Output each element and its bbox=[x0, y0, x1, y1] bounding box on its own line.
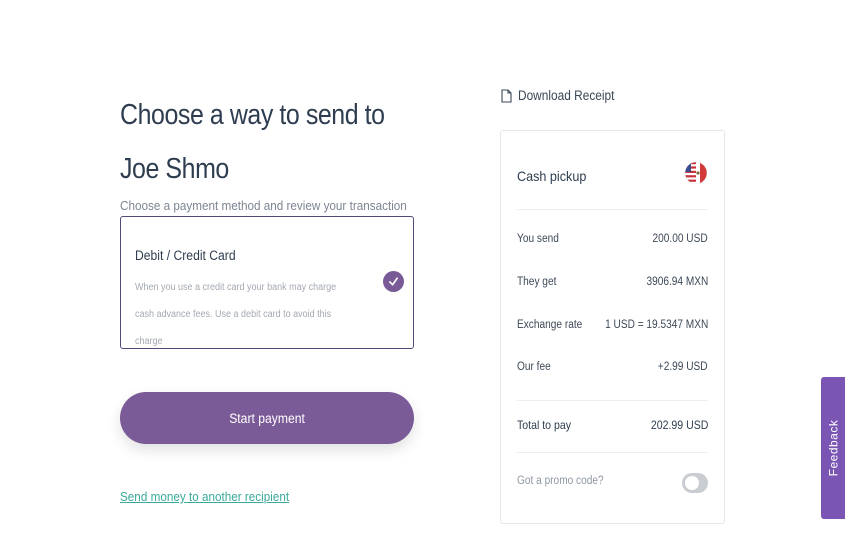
transaction-summary-card: Cash pickup You send 200.00 USD They get… bbox=[500, 130, 725, 524]
summary-row-value: +2.99 USD bbox=[658, 361, 708, 373]
total-label: Total to pay bbox=[517, 418, 572, 432]
payment-method-title: Debit / Credit Card bbox=[135, 248, 236, 263]
promo-code-row: Got a promo code? bbox=[517, 471, 708, 495]
summary-row-exchange-rate: Exchange rate 1 USD = 19.5347 MXN bbox=[517, 319, 708, 339]
usa-mexico-flag-icon bbox=[684, 161, 708, 185]
summary-row-they-get: They get 3906.94 MXN bbox=[517, 276, 708, 296]
summary-row-value: 1 USD = 19.5347 MXN bbox=[604, 319, 708, 331]
summary-divider bbox=[517, 400, 708, 401]
download-receipt-link[interactable]: Download Receipt bbox=[501, 88, 628, 103]
feedback-tab[interactable]: Feedback bbox=[821, 377, 845, 519]
summary-title: Cash pickup bbox=[517, 168, 587, 184]
summary-row-you-send: You send 200.00 USD bbox=[517, 233, 708, 253]
document-icon bbox=[501, 88, 512, 103]
total-value: 202.99 USD bbox=[650, 418, 708, 432]
toggle-knob bbox=[685, 476, 699, 490]
summary-header: Cash pickup bbox=[517, 157, 708, 197]
payment-method-section: Choose a way to send to Joe Shmo Choose … bbox=[120, 88, 420, 504]
summary-divider bbox=[517, 452, 708, 453]
selected-check-icon bbox=[383, 271, 404, 292]
summary-row-our-fee: Our fee +2.99 USD bbox=[517, 361, 708, 381]
feedback-label: Feedback bbox=[826, 419, 841, 477]
page-title: Choose a way to send to Joe Shmo bbox=[120, 99, 385, 185]
summary-row-value: 200.00 USD bbox=[652, 233, 708, 245]
summary-row-total: Total to pay 202.99 USD bbox=[517, 418, 708, 438]
download-receipt-label: Download Receipt bbox=[518, 88, 615, 103]
start-payment-button[interactable]: Start payment bbox=[120, 392, 414, 444]
page-subtitle: Choose a payment method and review your … bbox=[120, 198, 407, 213]
payment-method-card[interactable]: Debit / Credit Card When you use a credi… bbox=[120, 216, 414, 349]
start-payment-label: Start payment bbox=[229, 410, 305, 426]
summary-row-label: Exchange rate bbox=[517, 319, 583, 331]
summary-divider bbox=[517, 209, 708, 210]
send-another-recipient-link[interactable]: Send money to another recipient bbox=[120, 489, 289, 504]
summary-row-label: Our fee bbox=[517, 361, 551, 373]
payment-page: Choose a way to send to Joe Shmo Choose … bbox=[0, 0, 845, 555]
payment-method-description: When you use a credit card your bank may… bbox=[135, 282, 337, 347]
promo-code-label: Got a promo code? bbox=[517, 475, 604, 487]
summary-row-label: You send bbox=[517, 233, 559, 245]
summary-row-label: They get bbox=[517, 276, 557, 288]
summary-row-value: 3906.94 MXN bbox=[646, 276, 708, 288]
promo-code-toggle[interactable] bbox=[682, 473, 708, 493]
